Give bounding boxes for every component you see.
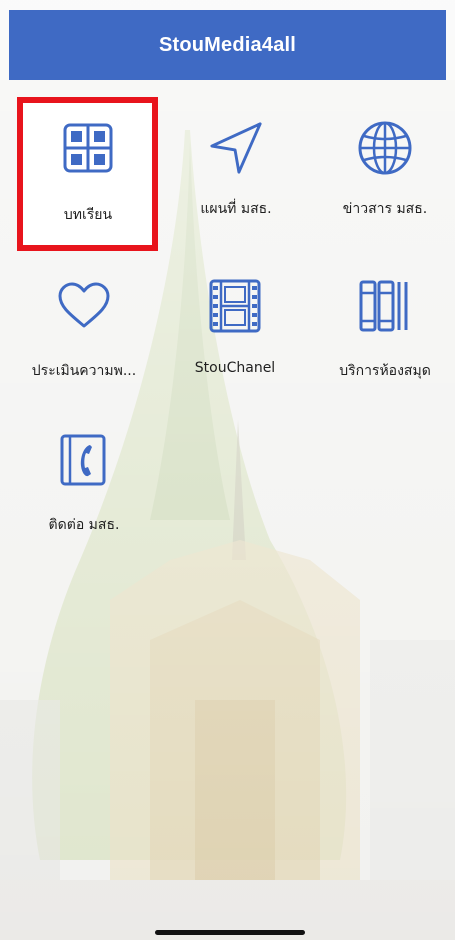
- menu-item-stouchanel[interactable]: StouChanel: [165, 278, 305, 408]
- menu-item-label: ข่าวสาร มสธ.: [342, 201, 428, 217]
- navigation-arrow-icon: [208, 120, 264, 176]
- grid-icon: [60, 120, 116, 176]
- menu-item-label: บริการห้องสมุด: [339, 363, 431, 379]
- menu-item-label: บทเรียน: [63, 207, 113, 223]
- menu-item-label: StouChanel: [194, 360, 276, 376]
- menu-item-map[interactable]: แผนที่ มสธ.: [166, 120, 306, 250]
- film-icon: [207, 278, 263, 334]
- menu-item-news[interactable]: ข่าวสาร มสธ.: [315, 120, 455, 250]
- menu-item-label: แผนที่ มสธ.: [200, 201, 272, 217]
- app-screen: StouMedia4all บทเรียน แผนที่ มสธ. ข่าวสา…: [0, 0, 455, 940]
- menu-item-label: ประเมินความพ...: [31, 363, 137, 379]
- top-nav-bar: StouMedia4all: [9, 10, 446, 80]
- menu-item-library[interactable]: บริการห้องสมุด: [315, 278, 455, 408]
- globe-icon: [357, 120, 413, 176]
- menu-item-evaluation[interactable]: ประเมินความพ...: [14, 278, 154, 408]
- menu-item-lessons[interactable]: บทเรียน: [18, 120, 158, 250]
- books-icon: [357, 278, 413, 334]
- menu-item-label: ติดต่อ มสธ.: [48, 517, 120, 533]
- heart-icon: [56, 278, 112, 334]
- app-title: StouMedia4all: [158, 33, 297, 56]
- home-indicator[interactable]: [155, 930, 305, 935]
- menu-item-contact[interactable]: ติดต่อ มสธ.: [14, 432, 154, 562]
- phone-book-icon: [56, 432, 112, 488]
